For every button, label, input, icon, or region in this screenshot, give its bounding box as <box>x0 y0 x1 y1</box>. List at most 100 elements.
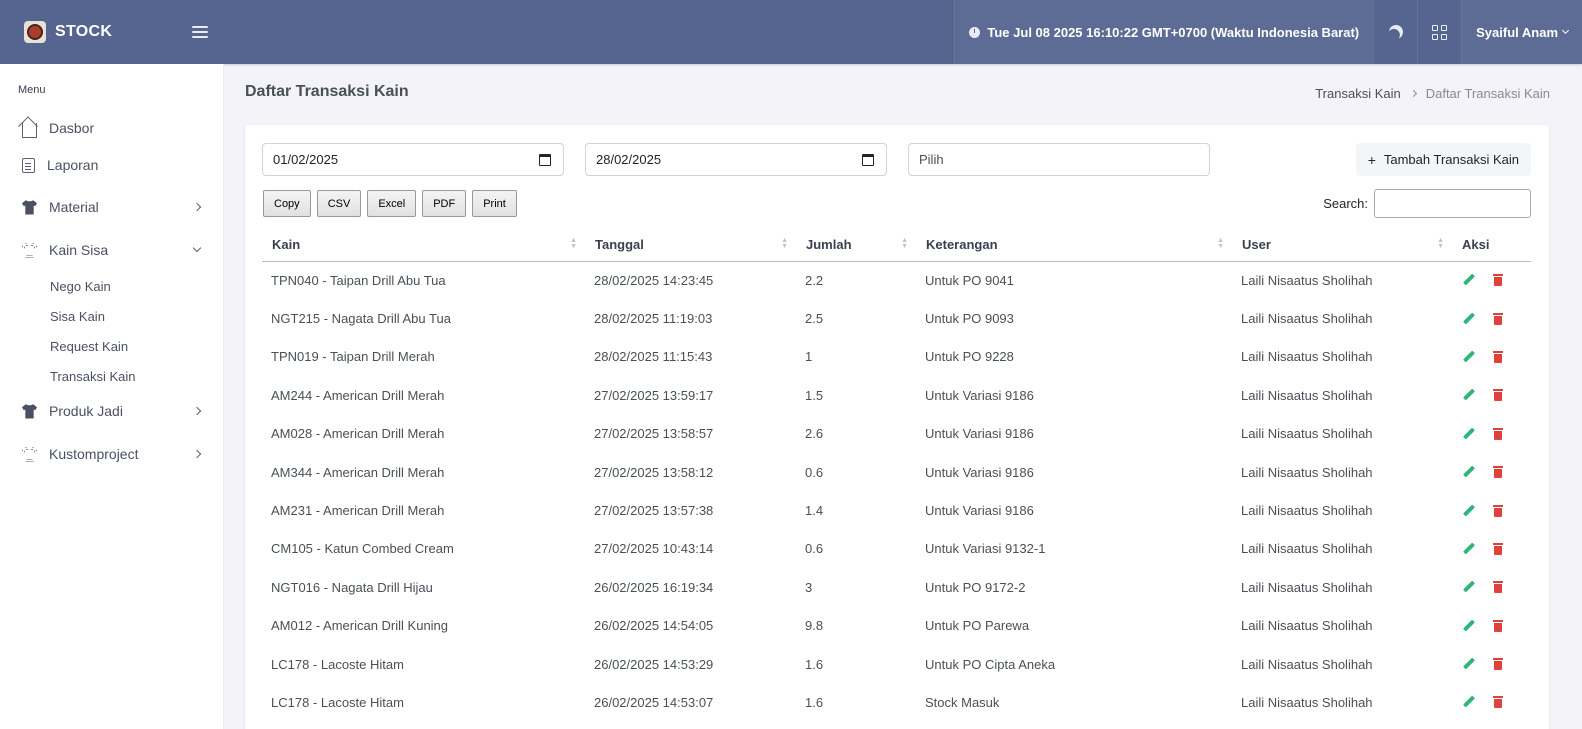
csv-button[interactable]: CSV <box>316 190 362 217</box>
trash-icon[interactable] <box>1493 312 1503 325</box>
cell-user: Laili Nisaatus Sholihah <box>1241 272 1373 288</box>
sidebar-item-material[interactable]: Material <box>0 192 224 222</box>
column-header-tanggal[interactable]: Tanggal ▲ ▼ <box>585 228 796 262</box>
user-name: Syaiful Anam <box>1476 24 1558 40</box>
cell-user: Laili Nisaatus Sholihah <box>1241 541 1373 557</box>
breadcrumb: Transaksi Kain Daftar Transaksi Kain <box>1315 86 1550 101</box>
sort-icon: ▲ ▼ <box>1437 237 1444 250</box>
cell-keterangan: Untuk Variasi 9186 <box>925 464 1034 480</box>
column-header-aksi: Aksi <box>1452 228 1531 262</box>
edit-icon[interactable] <box>1463 581 1475 593</box>
edit-icon[interactable] <box>1463 620 1475 632</box>
date-to-value: 28/02/2025 <box>596 152 662 167</box>
date-to-input[interactable]: 28/02/2025 <box>585 143 887 176</box>
column-header-jumlah[interactable]: Jumlah ▲ ▼ <box>796 228 916 262</box>
sidebar-subitem-nego-kain[interactable]: Nego Kain <box>50 279 111 294</box>
cell-kain: AM344 - American Drill Merah <box>271 464 445 480</box>
print-button[interactable]: Print <box>472 190 517 217</box>
cell-kain: LC178 - Lacoste Hitam <box>271 656 404 672</box>
dark-mode-toggle[interactable] <box>1373 0 1417 64</box>
cell-aksi <box>1452 645 1531 683</box>
filter-select[interactable]: Pilih <box>908 143 1210 176</box>
cell-keterangan: Untuk Variasi 9186 <box>925 426 1034 442</box>
cell-jumlah: 9.8 <box>805 618 824 634</box>
sidebar-item-dasbor[interactable]: Dasbor <box>0 113 224 143</box>
cell-kain: AM012 - American Drill Kuning <box>271 618 449 634</box>
copy-button[interactable]: Copy <box>263 190 311 217</box>
chevron-right-icon <box>1409 89 1417 98</box>
cell-aksi <box>1452 338 1531 376</box>
edit-icon[interactable] <box>1463 313 1475 325</box>
sidebar-subitem-transaksi-kain[interactable]: Transaksi Kain <box>50 369 136 384</box>
edit-icon[interactable] <box>1463 351 1475 363</box>
topbar: STOCK Tue Jul 08 2025 16:10:22 GMT+0700 … <box>0 0 1582 64</box>
cell-tanggal: 28/02/2025 11:19:03 <box>594 311 713 327</box>
sidebar-item-laporan[interactable]: Laporan <box>0 150 224 180</box>
edit-icon[interactable] <box>1463 466 1475 478</box>
trash-icon[interactable] <box>1493 696 1503 709</box>
pdf-button[interactable]: PDF <box>422 190 467 217</box>
sidebar-subitem-request-kain[interactable]: Request Kain <box>50 339 128 354</box>
brand[interactable]: STOCK <box>0 0 224 64</box>
cell-aksi <box>1452 415 1531 453</box>
trash-icon[interactable] <box>1493 658 1503 671</box>
edit-icon[interactable] <box>1463 543 1475 555</box>
trash-icon[interactable] <box>1493 619 1503 632</box>
cell-aksi <box>1452 530 1531 568</box>
cell-user: Laili Nisaatus Sholihah <box>1241 349 1373 365</box>
search-input[interactable] <box>1374 189 1531 218</box>
edit-icon[interactable] <box>1463 696 1475 708</box>
document-icon <box>22 157 35 173</box>
breadcrumb-link[interactable]: Transaksi Kain <box>1315 86 1401 101</box>
calendar-icon[interactable] <box>862 154 874 166</box>
cell-kain: NGT016 - Nagata Drill Hijau <box>271 579 433 595</box>
user-menu[interactable]: Syaiful Anam <box>1461 0 1582 64</box>
edit-icon[interactable] <box>1463 505 1475 517</box>
sort-icon: ▲ ▼ <box>1217 237 1224 250</box>
cell-aksi <box>1452 453 1531 491</box>
date-from-input[interactable]: 01/02/2025 <box>262 143 564 176</box>
cell-kain: TPN040 - Taipan Drill Abu Tua <box>271 272 446 288</box>
sidebar-item-label: Kain Sisa <box>49 242 109 258</box>
chevron-down-icon <box>192 243 202 253</box>
trash-icon[interactable] <box>1493 274 1503 287</box>
edit-icon[interactable] <box>1463 428 1475 440</box>
excel-button[interactable]: Excel <box>367 190 417 217</box>
cell-tanggal: 26/02/2025 16:19:34 <box>594 579 714 595</box>
plus-icon: + <box>1367 151 1376 168</box>
calendar-icon[interactable] <box>539 154 551 166</box>
trash-icon[interactable] <box>1493 427 1503 440</box>
sidebar-item-produk-jadi[interactable]: Produk Jadi <box>0 396 224 426</box>
trash-icon[interactable] <box>1493 581 1503 594</box>
cell-kain: AM231 - American Drill Merah <box>271 503 445 519</box>
column-header-user[interactable]: User ▲ ▼ <box>1232 228 1452 262</box>
column-header-kain[interactable]: Kain ▲ ▼ <box>262 228 585 262</box>
cell-jumlah: 3 <box>805 579 813 595</box>
cell-tanggal: 27/02/2025 10:43:14 <box>594 541 714 557</box>
edit-icon[interactable] <box>1463 658 1475 670</box>
cell-kain: CM105 - Katun Combed Cream <box>271 541 454 557</box>
table-row: LC178 - Lacoste Hitam 26/02/2025 14:53:07… <box>262 683 1531 721</box>
edit-icon[interactable] <box>1463 389 1475 401</box>
cell-keterangan: Untuk PO 9228 <box>925 349 1014 365</box>
chevron-right-icon <box>192 449 202 459</box>
trash-icon[interactable] <box>1493 350 1503 363</box>
column-header-keterangan[interactable]: Keterangan ▲ ▼ <box>916 228 1232 262</box>
sidebar-subitem-sisa-kain[interactable]: Sisa Kain <box>50 309 105 324</box>
hamburger-menu-icon[interactable] <box>192 22 208 42</box>
cell-aksi <box>1452 491 1531 529</box>
edit-icon[interactable] <box>1463 274 1475 286</box>
sidebar-item-kustomproject[interactable]: Kustomproject <box>0 439 224 469</box>
breadcrumb-current: Daftar Transaksi Kain <box>1425 86 1550 101</box>
cell-user: Laili Nisaatus Sholihah <box>1241 387 1373 403</box>
apps-button[interactable] <box>1417 0 1461 64</box>
sidebar-item-kain-sisa[interactable]: Kain Sisa <box>0 235 224 265</box>
cell-user: Laili Nisaatus Sholihah <box>1241 618 1373 634</box>
trash-icon[interactable] <box>1493 504 1503 517</box>
add-transaction-button[interactable]: + Tambah Transaksi Kain <box>1355 143 1531 176</box>
trash-icon[interactable] <box>1493 542 1503 555</box>
cell-aksi <box>1452 607 1531 645</box>
trash-icon[interactable] <box>1493 389 1503 402</box>
trash-icon[interactable] <box>1493 466 1503 479</box>
cell-keterangan: Untuk PO Cipta Aneka <box>925 656 1056 672</box>
